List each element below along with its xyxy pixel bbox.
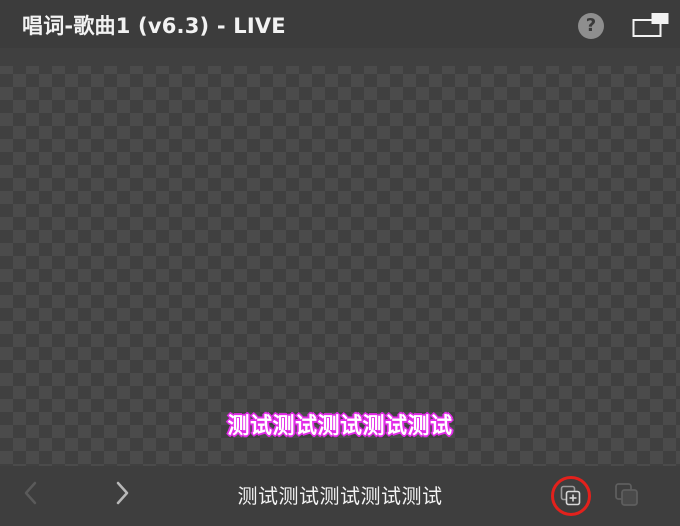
lyrics-live-window: 唱词-歌曲1 (v6.3) - LIVE ? 测试测试测试测试测试 测试测试测试… xyxy=(0,0,680,526)
transparent-preview-canvas xyxy=(0,48,680,466)
popout-window-button[interactable] xyxy=(632,12,670,38)
help-button[interactable]: ? xyxy=(578,13,604,39)
chevron-left-icon xyxy=(24,481,37,505)
title-bar: 唱词-歌曲1 (v6.3) - LIVE ? xyxy=(0,0,680,48)
canvas-top-strip xyxy=(0,48,680,66)
duplicate-layer-icon xyxy=(615,483,638,506)
current-lyric-line: 测试测试测试测试测试 xyxy=(237,484,443,508)
chevron-right-icon xyxy=(116,481,129,505)
popout-window-icon xyxy=(632,13,669,37)
window-title: 唱词-歌曲1 (v6.3) - LIVE xyxy=(22,14,286,38)
lyric-preview-text: 测试测试测试测试测试 xyxy=(227,414,453,439)
previous-line-button[interactable] xyxy=(16,478,46,508)
add-layer-icon xyxy=(560,485,581,506)
duplicate-layer-button[interactable] xyxy=(612,480,642,510)
add-layer-button[interactable] xyxy=(551,476,591,516)
next-line-button[interactable] xyxy=(108,478,138,508)
question-circle-icon: ? xyxy=(585,15,597,36)
